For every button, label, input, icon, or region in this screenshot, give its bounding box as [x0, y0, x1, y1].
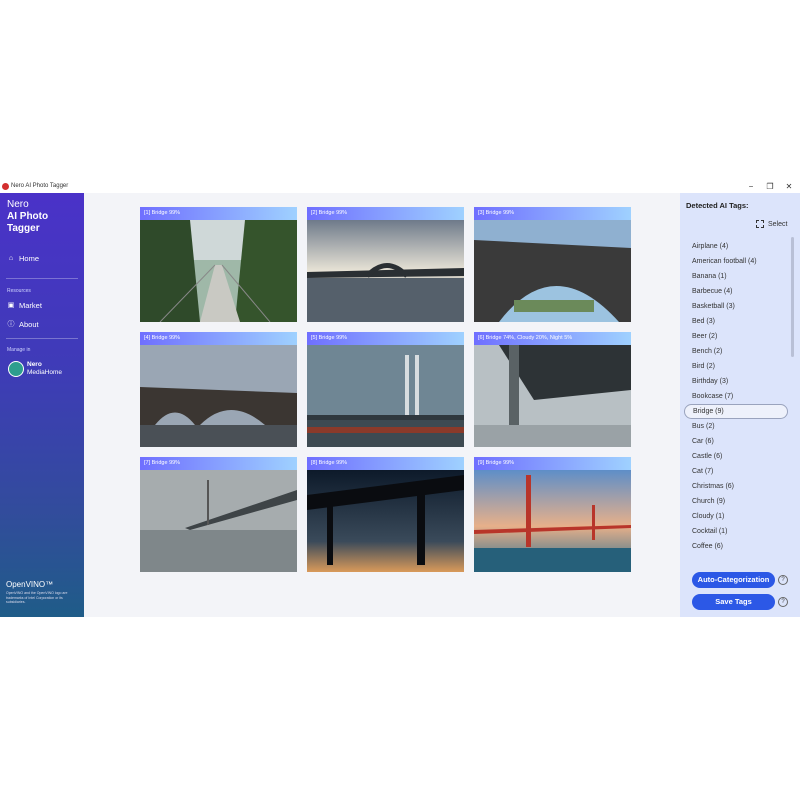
tag-item[interactable]: Bridge (9)	[684, 404, 788, 419]
photo-tile[interactable]: [8] Bridge 99%	[307, 457, 464, 572]
mediahome-logo-icon	[8, 361, 24, 377]
brand-tagger: Tagger	[7, 223, 40, 234]
tag-item[interactable]: Beer (2)	[684, 329, 788, 344]
photo-caption: [9] Bridge 99%	[474, 457, 631, 470]
mediahome-nero: Nero	[27, 361, 42, 368]
photo-caption: [2] Bridge 99%	[307, 207, 464, 220]
help-icon[interactable]: ?	[778, 597, 788, 607]
photo-tile[interactable]: [3] Bridge 99%	[474, 207, 631, 322]
photo-image	[474, 470, 631, 572]
tag-item[interactable]: American football (4)	[684, 254, 788, 269]
help-icon[interactable]: ?	[778, 575, 788, 585]
photo-caption: [5] Bridge 99%	[307, 332, 464, 345]
tag-item[interactable]: Christmas (6)	[684, 479, 788, 494]
market-icon: ▣	[7, 301, 15, 309]
photo-tile[interactable]: [7] Bridge 99%	[140, 457, 297, 572]
app-logo-icon	[2, 183, 9, 190]
panel-title: Detected AI Tags:	[686, 201, 749, 210]
mediahome-link[interactable]: Nero MediaHome	[8, 361, 62, 377]
sidebar-divider	[6, 338, 78, 339]
tag-item[interactable]: Church (9)	[684, 494, 788, 509]
photo-caption: [7] Bridge 99%	[140, 457, 297, 470]
manage-in-label: Manage in	[7, 347, 31, 353]
mediahome-label: Nero MediaHome	[27, 361, 62, 377]
legal-text: OpenVINO and the OpenVINO logo are trade…	[6, 591, 68, 604]
tag-item[interactable]: Bird (2)	[684, 359, 788, 374]
tag-list-scrollbar[interactable]	[791, 237, 794, 357]
nav-home[interactable]: ⌂ Home	[7, 254, 39, 263]
photo-caption: [3] Bridge 99%	[474, 207, 631, 220]
tag-item[interactable]: Banana (1)	[684, 269, 788, 284]
brand-ai-photo: AI Photo	[7, 211, 49, 222]
resources-label: Resources	[7, 288, 31, 294]
tag-item[interactable]: Cat (7)	[684, 464, 788, 479]
window-title: Nero AI Photo Tagger	[11, 183, 69, 189]
photo-image	[140, 345, 297, 447]
photo-image	[474, 345, 631, 447]
openvino-logo: OpenVINO™	[6, 580, 54, 589]
photo-tile[interactable]: [6] Bridge 74%, Cloudy 20%, Night 5%	[474, 332, 631, 447]
tag-item[interactable]: Coffee (6)	[684, 539, 788, 554]
photo-image	[140, 220, 297, 322]
nav-home-label: Home	[19, 254, 40, 263]
photo-tile[interactable]: [5] Bridge 99%	[307, 332, 464, 447]
sidebar-divider	[6, 278, 78, 279]
select-checkbox-icon	[756, 220, 764, 228]
brand-nero: Nero	[7, 199, 29, 210]
tag-item[interactable]: Barbecue (4)	[684, 284, 788, 299]
tag-item[interactable]: Cloudy (1)	[684, 509, 788, 524]
tag-item[interactable]: Birthday (3)	[684, 374, 788, 389]
tag-item[interactable]: Bench (2)	[684, 344, 788, 359]
close-button[interactable]: ✕	[780, 180, 798, 193]
tag-item[interactable]: Car (6)	[684, 434, 788, 449]
select-label: Select	[768, 220, 788, 228]
tag-item[interactable]: Bookcase (7)	[684, 389, 788, 404]
photo-tile[interactable]: [1] Bridge 99%	[140, 207, 297, 322]
tag-item[interactable]: Basketball (3)	[684, 299, 788, 314]
auto-categorization-button[interactable]: Auto-Categorization	[692, 572, 775, 588]
nav-market[interactable]: ▣ Market	[7, 301, 42, 310]
home-icon: ⌂	[8, 254, 14, 262]
photo-tile[interactable]: [4] Bridge 99%	[140, 332, 297, 447]
photo-caption: [6] Bridge 74%, Cloudy 20%, Night 5%	[474, 332, 631, 345]
photo-image	[307, 220, 464, 322]
photo-caption: [8] Bridge 99%	[307, 457, 464, 470]
app-brand: Nero AI Photo Tagger	[7, 199, 48, 235]
app-window: Nero AI Photo Tagger − ❐ ✕ Nero AI Photo…	[0, 180, 800, 617]
photo-image	[307, 345, 464, 447]
tag-item[interactable]: Bus (2)	[684, 419, 788, 434]
select-all-toggle[interactable]: Select	[756, 220, 787, 228]
title-bar: Nero AI Photo Tagger − ❐ ✕	[0, 180, 800, 193]
nav-about[interactable]: ⓘ About	[7, 320, 39, 329]
tag-item[interactable]: Cocktail (1)	[684, 524, 788, 539]
sidebar: Nero AI Photo Tagger ⌂ Home Resources ▣ …	[0, 193, 84, 617]
info-icon: ⓘ	[7, 320, 15, 328]
tag-item[interactable]: Airplane (4)	[684, 239, 788, 254]
tag-item[interactable]: Bed (3)	[684, 314, 788, 329]
nav-about-label: About	[19, 320, 39, 329]
photo-caption: [1] Bridge 99%	[140, 207, 297, 220]
photo-image	[474, 220, 631, 322]
photo-image	[307, 470, 464, 572]
tag-list: Airplane (4) American football (4) Banana …	[684, 239, 788, 554]
photo-tile[interactable]: [2] Bridge 99%	[307, 207, 464, 322]
nav-market-label: Market	[19, 301, 42, 310]
maximize-button[interactable]: ❐	[761, 180, 779, 193]
minimize-button[interactable]: −	[742, 180, 760, 193]
photo-image	[140, 470, 297, 572]
photo-tile[interactable]: [9] Bridge 99%	[474, 457, 631, 572]
tag-item[interactable]: Castle (6)	[684, 449, 788, 464]
tags-panel: Detected AI Tags: Select Airplane (4) Ame…	[680, 193, 800, 617]
save-tags-button[interactable]: Save Tags	[692, 594, 775, 610]
mediahome-name: MediaHome	[27, 369, 63, 376]
photo-caption: [4] Bridge 99%	[140, 332, 297, 345]
